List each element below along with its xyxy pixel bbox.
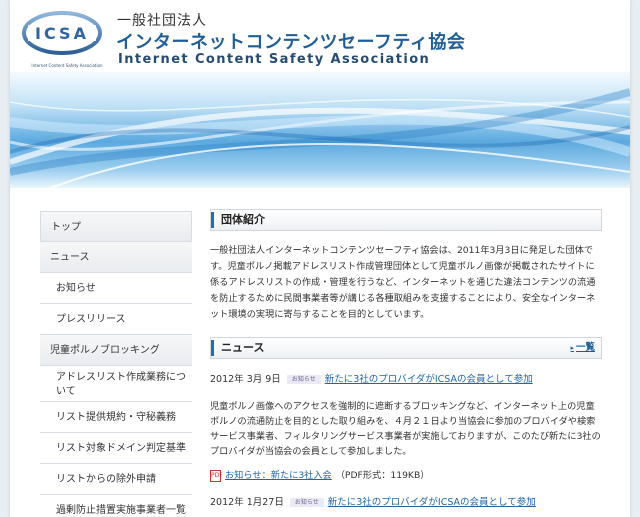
- news-more-label: 一覧: [575, 342, 595, 353]
- nav-item-top[interactable]: トップ: [40, 211, 192, 242]
- news-title-link[interactable]: 新たに3社のプロバイダがICSAの会員として参加: [328, 497, 536, 508]
- attachment-info: （PDF形式：119KB）: [335, 470, 430, 481]
- nav-item-notices[interactable]: お知らせ: [40, 273, 192, 304]
- site-logo[interactable]: ICSA Internet Content Safety Association: [20, 8, 104, 68]
- site-header: ICSA Internet Content Safety Association…: [10, 0, 630, 72]
- news-heading-title: ニュース: [221, 341, 265, 354]
- nav-item-news[interactable]: ニュース: [40, 242, 192, 273]
- side-nav: トップ ニュース お知らせ プレスリリース 児童ポルノブロッキング アドレスリス…: [40, 211, 192, 517]
- news-date: 2012年 3月 9日: [210, 374, 281, 385]
- page: ICSA Internet Content Safety Association…: [10, 0, 630, 517]
- news-badge: お知らせ: [286, 375, 321, 384]
- intro-heading: 団体紹介: [210, 209, 602, 231]
- nav-item-press-release[interactable]: プレスリリース: [40, 304, 192, 335]
- news-badge: お知らせ: [289, 497, 324, 507]
- nav-item-blocking[interactable]: 児童ポルノブロッキング: [40, 335, 192, 366]
- news-body: 児童ポルノ画像へのアクセスを強制的に遮断するブロッキングなど、インターネット上の…: [210, 401, 601, 457]
- nav-item-address-list[interactable]: アドレスリスト作成業務について: [40, 366, 192, 402]
- org-name-en: Internet Content Safety Association: [118, 52, 431, 67]
- attachment-link[interactable]: お知らせ：新たに3社入会: [225, 470, 332, 481]
- pdf-icon: PDF: [210, 469, 223, 482]
- news-more-link[interactable]: ▸ 一覧: [570, 338, 595, 358]
- org-name: インターネットコンテンツセーフティ協会: [116, 32, 466, 53]
- news-list: 2012年 3月 9日 お知らせ 新たに3社のプロバイダがICSAの会員として参加 …: [210, 373, 602, 510]
- banner-waves: [10, 88, 630, 188]
- intro-text: 一般社団法人インターネットコンテンツセーフティ協会は、2011年3月3日に発足し…: [210, 245, 596, 320]
- news-heading: ニュース ▸ 一覧: [210, 337, 602, 359]
- hero-banner: [10, 72, 630, 188]
- nav-item-domain-criteria[interactable]: リスト対象ドメイン判定基準: [40, 433, 192, 464]
- nav-item-list-terms[interactable]: リスト提供規約・守秘義務: [40, 402, 192, 433]
- logo-text: ICSA: [35, 24, 89, 43]
- nav-item-operators-list[interactable]: 過剰防止措置実施事業者一覧: [40, 495, 192, 517]
- news-item: 2012年 1月27日 お知らせ 新たに3社のプロバイダがICSAの会員として参加: [210, 496, 602, 510]
- main-content: 団体紹介 一般社団法人インターネットコンテンツセーフティ協会は、2011年3月3…: [210, 209, 602, 510]
- more-arrow-icon: ▸: [570, 344, 574, 352]
- news-title-link[interactable]: 新たに3社のプロバイダがICSAの会員として参加: [325, 374, 533, 385]
- nav-item-exclusion-request[interactable]: リストからの除外申請: [40, 464, 192, 495]
- news-date: 2012年 1月27日: [210, 496, 284, 508]
- news-item: 2012年 3月 9日 お知らせ 新たに3社のプロバイダがICSAの会員として参加: [210, 373, 602, 387]
- org-kind: 一般社団法人: [117, 13, 207, 29]
- logo-subtitle: Internet Content Safety Association: [31, 63, 103, 68]
- news-attachment: PDF お知らせ：新たに3社入会 （PDF形式：119KB）: [210, 467, 602, 482]
